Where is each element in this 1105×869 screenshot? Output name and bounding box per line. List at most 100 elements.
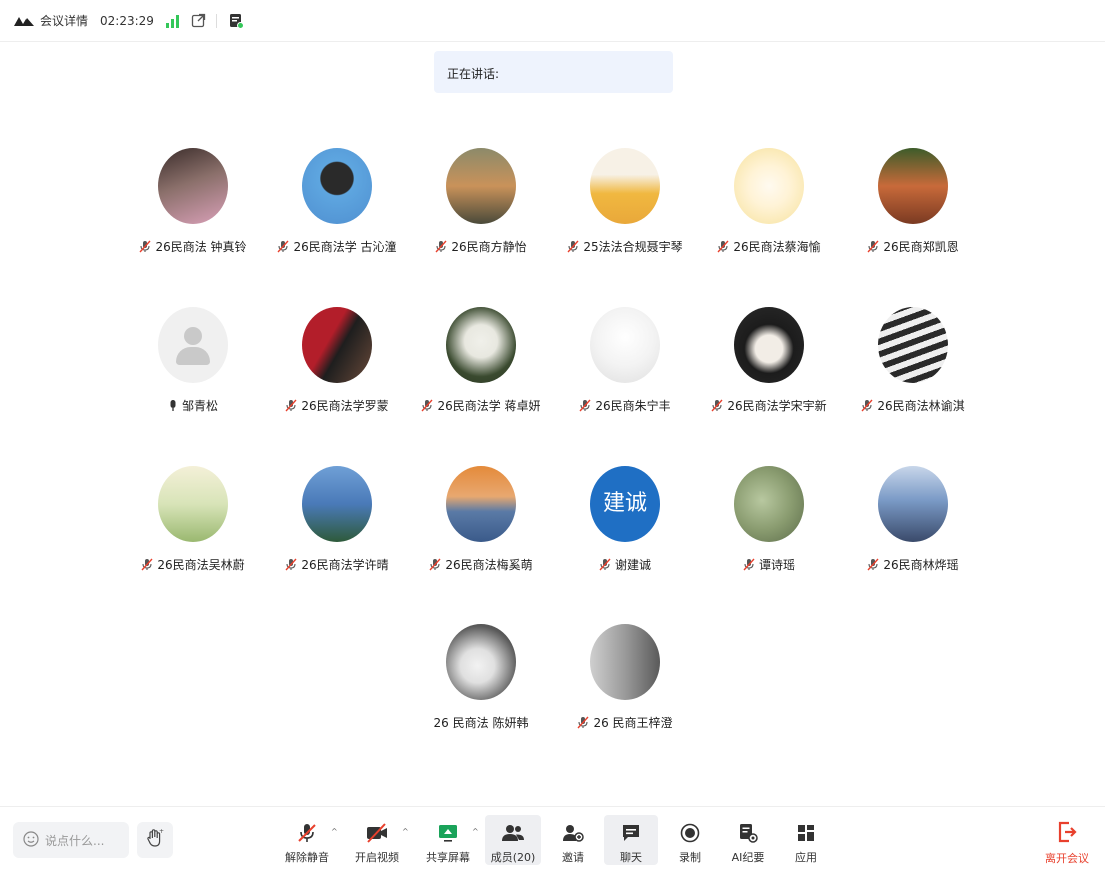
participant-tile[interactable]: 25法法合规聂宇琴	[555, 148, 695, 255]
participant-tile[interactable]: 26民商法蔡海愉	[699, 148, 839, 255]
emoji-icon[interactable]	[23, 830, 39, 850]
leave-meeting-label: 离开会议	[1045, 852, 1089, 865]
members-label: 成员(20)	[490, 851, 536, 864]
participant-avatar	[734, 148, 804, 224]
chat-bubble-icon	[621, 821, 641, 845]
participant-avatar	[158, 148, 228, 224]
participant-avatar	[590, 148, 660, 224]
leave-meeting-icon	[1057, 821, 1077, 846]
participant-name: 26民商法学许晴	[301, 558, 389, 572]
participant-name: 26 民商法 陈妍韩	[433, 716, 529, 730]
participant-tile[interactable]: 26民商法学宋宇新	[699, 307, 839, 414]
video-off-icon	[365, 821, 389, 845]
participant-tile[interactable]: 26民商法学许晴	[267, 466, 407, 573]
participant-name: 26民商法学 古沁潼	[293, 240, 397, 254]
leave-meeting-button[interactable]: 离开会议	[1038, 815, 1096, 865]
tencent-meeting-logo-icon	[14, 15, 34, 27]
mic-muted-icon	[861, 399, 873, 412]
unmute-label: 解除静音	[285, 851, 329, 864]
raise-hand-icon: +	[146, 828, 164, 852]
chat-input-placeholder: 说点什么...	[45, 833, 105, 848]
record-button[interactable]: 录制	[668, 815, 712, 865]
ai-summary-label: AI纪要	[731, 851, 765, 864]
participant-name: 25法法合规聂宇琴	[583, 240, 683, 254]
participant-name: 26 民商王梓澄	[593, 716, 673, 730]
participant-tile[interactable]: 谭诗瑶	[699, 466, 839, 573]
apps-label: 应用	[795, 851, 817, 864]
mic-muted-icon	[141, 558, 153, 571]
external-window-icon[interactable]	[191, 13, 206, 28]
topbar-divider	[215, 13, 217, 28]
unmute-button[interactable]: 解除静音	[282, 815, 332, 865]
participant-tile[interactable]: 26民商法吴林蔚	[123, 466, 263, 573]
ai-summary-button[interactable]: AI纪要	[724, 815, 772, 865]
participant-avatar	[302, 307, 372, 383]
record-icon	[680, 821, 700, 845]
audio-options-chevron-up-icon[interactable]: ^	[331, 827, 338, 836]
start-video-button[interactable]: 开启视频	[352, 815, 402, 865]
members-button[interactable]: 成员(20)	[485, 815, 541, 865]
participant-tile[interactable]: 26民商法学 蒋卓妍	[411, 307, 551, 414]
participant-tile[interactable]: 建诚 谢建诚	[555, 466, 695, 573]
participant-avatar	[878, 466, 948, 542]
mic-muted-icon	[579, 399, 591, 412]
participant-avatar	[734, 466, 804, 542]
share-options-chevron-up-icon[interactable]: ^	[472, 827, 479, 836]
meeting-notes-icon[interactable]	[229, 13, 244, 29]
apps-button[interactable]: 应用	[784, 815, 828, 865]
participant-tile[interactable]: 26民商朱宁丰	[555, 307, 695, 414]
participant-tile[interactable]: 26民商郑凯恩	[843, 148, 983, 255]
participant-avatar	[446, 307, 516, 383]
participant-name: 26民商法吴林蔚	[157, 558, 245, 572]
participant-tile[interactable]: 26民商林烨瑶	[843, 466, 983, 573]
participant-name: 26民商林烨瑶	[883, 558, 959, 572]
now-speaking-panel: 正在讲话:	[434, 51, 673, 93]
participant-name: 26民商方静怡	[451, 240, 527, 254]
participant-name: 26民商法林谕淇	[877, 399, 965, 413]
mic-muted-icon	[567, 240, 579, 253]
mic-muted-icon	[421, 399, 433, 412]
participant-name: 谭诗瑶	[758, 558, 795, 572]
share-screen-button[interactable]: 共享屏幕	[422, 815, 474, 865]
participant-tile[interactable]: 邹青松	[123, 307, 263, 414]
mic-muted-icon	[743, 558, 755, 571]
participant-tile[interactable]: 26 民商法 陈妍韩	[411, 624, 551, 731]
mic-on-icon	[168, 399, 178, 412]
mic-muted-icon	[296, 821, 318, 845]
participant-tile[interactable]: 26民商方静怡	[411, 148, 551, 255]
share-screen-icon	[437, 821, 459, 845]
participant-avatar	[302, 148, 372, 224]
participant-tile[interactable]: 26民商法学 古沁潼	[267, 148, 407, 255]
participant-avatar	[158, 466, 228, 542]
participant-name: 26民商法学 蒋卓妍	[437, 399, 541, 413]
meeting-elapsed-time: 02:23:29	[100, 13, 154, 28]
mic-muted-icon	[867, 558, 879, 571]
apps-grid-icon	[796, 821, 816, 845]
participant-tile[interactable]: 26民商法梅奚萌	[411, 466, 551, 573]
participant-tile[interactable]: 26 民商王梓澄	[555, 624, 695, 731]
participant-avatar	[878, 148, 948, 224]
participant-name: 26民商法学罗蒙	[301, 399, 389, 413]
mic-muted-icon	[277, 240, 289, 253]
record-label: 录制	[679, 851, 701, 864]
network-signal-icon[interactable]	[165, 14, 179, 28]
video-options-chevron-up-icon[interactable]: ^	[402, 827, 409, 836]
participant-avatar	[446, 148, 516, 224]
mic-muted-icon	[285, 399, 297, 412]
invite-label: 邀请	[562, 851, 584, 864]
participant-tile[interactable]: 26民商法 钟真铃	[123, 148, 263, 255]
participant-tile[interactable]: 26民商法林谕淇	[843, 307, 983, 414]
meeting-details-link[interactable]: 会议详情	[40, 12, 88, 29]
chat-button[interactable]: 聊天	[604, 815, 658, 865]
participant-name: 谢建诚	[614, 558, 651, 572]
chat-label: 聊天	[620, 851, 642, 864]
participant-avatar: 建诚	[590, 466, 660, 542]
participant-avatar	[590, 624, 660, 700]
share-screen-label: 共享屏幕	[426, 851, 470, 864]
chat-quick-input[interactable]: 说点什么...	[13, 822, 129, 858]
participant-name: 26民商朱宁丰	[595, 399, 671, 413]
participant-tile[interactable]: 26民商法学罗蒙	[267, 307, 407, 414]
raise-hand-button[interactable]: +	[137, 822, 173, 858]
invite-button[interactable]: 邀请	[551, 815, 595, 865]
members-icon	[501, 821, 525, 845]
